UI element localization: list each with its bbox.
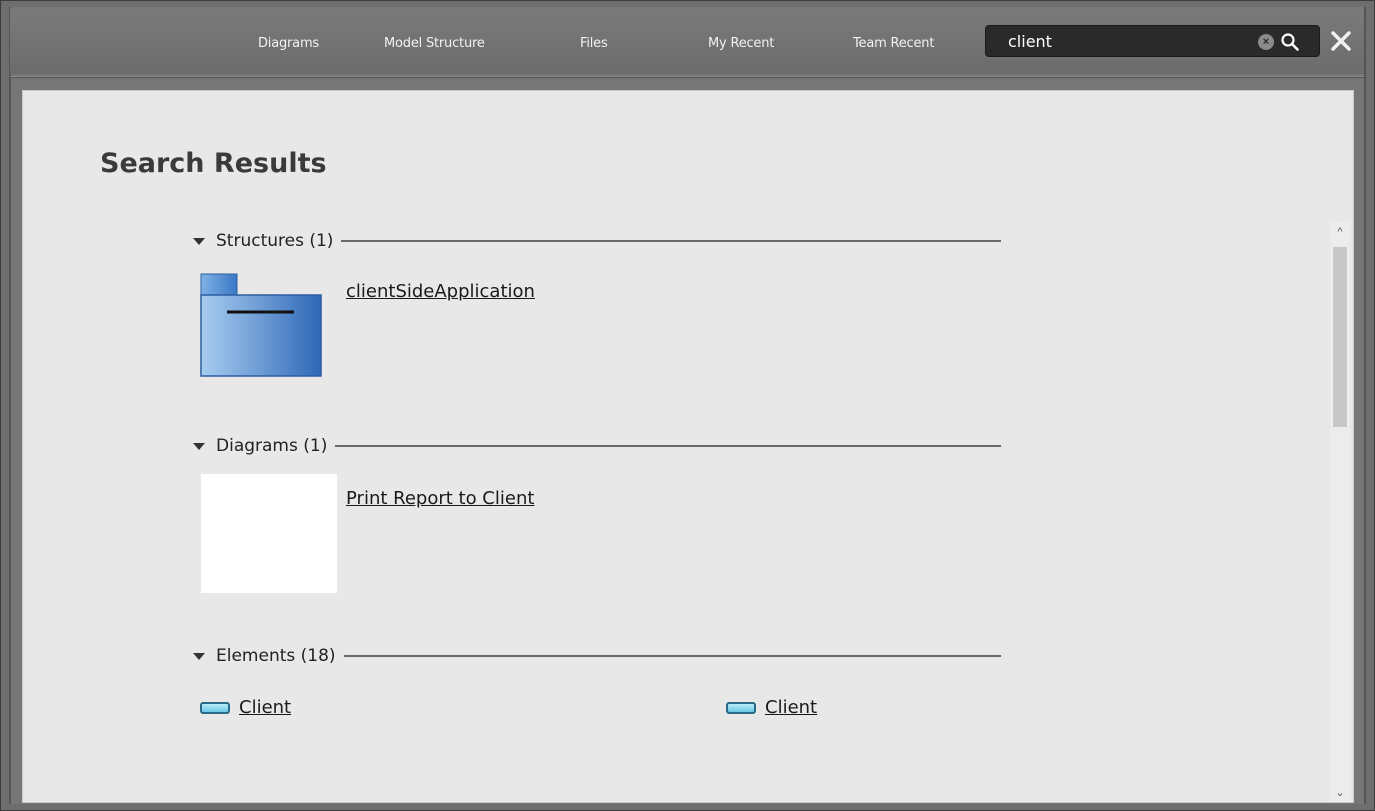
collapse-caret-icon[interactable] — [193, 652, 205, 660]
topbar-divider — [10, 76, 1364, 78]
section-structures-header[interactable]: Structures (1) — [193, 229, 1001, 253]
scroll-up-icon[interactable]: ^ — [1330, 226, 1350, 240]
search-box: × — [985, 25, 1320, 57]
class-element-icon — [726, 701, 756, 714]
nav-diagrams[interactable]: Diagrams — [258, 36, 319, 51]
nav-team-recent[interactable]: Team Recent — [853, 36, 934, 51]
section-divider — [343, 655, 1001, 657]
collapse-caret-icon[interactable] — [193, 442, 205, 450]
nav-model-structure[interactable]: Model Structure — [384, 36, 485, 51]
section-elements-header[interactable]: Elements (18) — [193, 644, 1001, 668]
result-element-item[interactable]: Client — [726, 697, 817, 718]
folder-icon[interactable] — [200, 273, 322, 377]
section-diagrams-label: Diagrams (1) — [216, 436, 328, 456]
section-divider — [341, 240, 1001, 242]
search-icon[interactable] — [1279, 31, 1301, 53]
class-element-icon — [200, 701, 230, 714]
nav-my-recent[interactable]: My Recent — [708, 36, 774, 51]
section-divider — [335, 445, 1001, 447]
collapse-caret-icon[interactable] — [193, 237, 205, 245]
scroll-thumb[interactable] — [1333, 247, 1347, 427]
diagram-thumbnail[interactable] — [201, 474, 337, 593]
result-element-link[interactable]: Client — [239, 697, 291, 718]
page-title: Search Results — [100, 148, 327, 179]
result-diagram-link[interactable]: Print Report to Client — [346, 488, 534, 509]
nav-files[interactable]: Files — [580, 36, 608, 51]
vertical-scrollbar[interactable]: ^ ⌄ — [1330, 222, 1350, 802]
search-input[interactable] — [1008, 29, 1258, 53]
result-structure-link[interactable]: clientSideApplication — [346, 281, 535, 302]
scroll-down-icon[interactable]: ⌄ — [1330, 786, 1350, 800]
result-element-item[interactable]: Client — [200, 697, 291, 718]
clear-icon[interactable]: × — [1258, 34, 1274, 50]
section-diagrams-header[interactable]: Diagrams (1) — [193, 434, 1001, 458]
section-structures-label: Structures (1) — [216, 231, 334, 251]
result-element-link[interactable]: Client — [765, 697, 817, 718]
close-icon[interactable] — [1328, 28, 1354, 54]
section-elements-label: Elements (18) — [216, 646, 336, 666]
